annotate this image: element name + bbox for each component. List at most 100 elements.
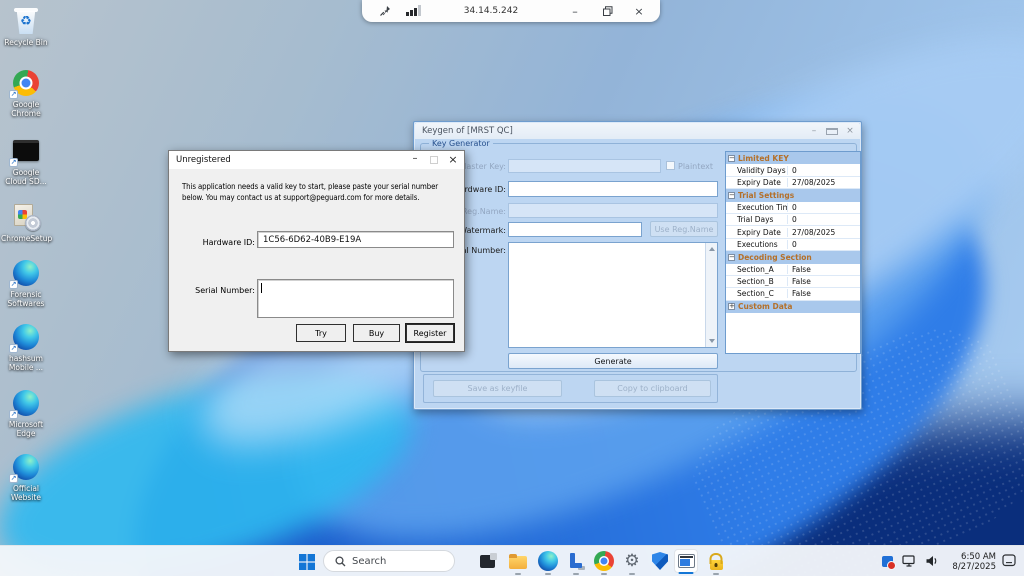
running-indicator <box>545 573 551 576</box>
hardware-id-input[interactable] <box>508 181 718 197</box>
property-row-executions[interactable]: Executions0 <box>726 239 860 251</box>
tray-app-alert-icon[interactable] <box>882 556 893 567</box>
property-label: Validity Days <box>726 166 788 175</box>
dialog-serial-number-input[interactable] <box>257 279 454 318</box>
rdp-minimize-button[interactable]: – <box>562 0 588 22</box>
property-row-trial-days[interactable]: Trial Days0 <box>726 214 860 226</box>
property-row-expiry-date[interactable]: Expiry Date27/08/2025 <box>726 226 860 238</box>
desktop-icon-google-chrome[interactable]: ↗GoogleChrome <box>1 68 51 118</box>
collapse-icon[interactable]: − <box>728 192 735 199</box>
start-button[interactable] <box>295 550 318 573</box>
remote-app-icon[interactable] <box>564 549 588 573</box>
collapse-icon[interactable]: − <box>728 155 735 162</box>
property-category-decoding-section[interactable]: −Decoding Section <box>726 251 860 263</box>
network-icon[interactable] <box>902 552 916 571</box>
property-label: Execution Time <box>726 203 788 212</box>
dialog-serial-number-label: Serial Number: <box>177 286 255 295</box>
installer-icon <box>11 202 41 232</box>
dialog-close-button[interactable]: × <box>448 151 458 169</box>
desktop-icon-forensic-softwares[interactable]: ↗ForensicSoftwares <box>1 258 51 308</box>
keygen-maximize-button[interactable] <box>826 128 838 135</box>
rdp-restore-button[interactable] <box>594 0 620 22</box>
property-value[interactable]: False <box>788 277 811 286</box>
property-value[interactable]: 0 <box>788 203 797 212</box>
taskbar: Search ⚙ 6:50 AM 8/27/2025 <box>0 545 1024 576</box>
dialog-message: This application needs a valid key to st… <box>182 182 444 203</box>
category-label: Limited KEY <box>738 154 789 163</box>
dialog-minimize-button[interactable]: – <box>410 151 420 169</box>
property-label: Section_C <box>726 289 788 298</box>
shortcut-arrow-icon: ↗ <box>9 474 18 483</box>
running-indicator <box>713 573 719 576</box>
property-row-execution-time[interactable]: Execution Time0 <box>726 202 860 214</box>
desktop-icon-label: hashsumMobile ... <box>1 354 51 372</box>
windows-security-icon[interactable] <box>648 549 672 573</box>
keygen-bottom-panel: Save as keyfile Copy to clipboard <box>423 374 718 403</box>
system-tray: 6:50 AM 8/27/2025 <box>882 546 1024 576</box>
property-row-expiry-date[interactable]: Expiry Date27/08/2025 <box>726 177 860 189</box>
window-preview-icon[interactable] <box>475 549 499 573</box>
property-value[interactable]: False <box>788 289 811 298</box>
expand-icon[interactable]: + <box>728 303 735 310</box>
serial-number-textarea[interactable] <box>508 242 718 348</box>
scrollbar[interactable] <box>705 243 717 347</box>
chrome-icon[interactable] <box>592 549 616 573</box>
collapse-icon[interactable]: − <box>728 254 735 261</box>
property-label: Section_A <box>726 265 788 274</box>
property-value[interactable]: 27/08/2025 <box>788 178 835 187</box>
keygen-window-icon[interactable] <box>674 549 698 573</box>
use-reg-name-button: Use Reg.Name <box>650 221 718 237</box>
dialog-maximize-button <box>430 156 438 164</box>
property-value[interactable]: 0 <box>788 215 797 224</box>
search-icon <box>335 556 346 567</box>
property-value[interactable]: 0 <box>788 166 797 175</box>
property-row-section-c[interactable]: Section_CFalse <box>726 288 860 300</box>
clock-time: 6:50 AM <box>952 552 996 562</box>
property-category-custom-data[interactable]: +Custom Data <box>726 301 860 313</box>
property-value[interactable]: 27/08/2025 <box>788 228 835 237</box>
taskbar-clock[interactable]: 6:50 AM 8/27/2025 <box>952 552 996 572</box>
desktop-icon-label: Recycle Bin <box>1 38 51 47</box>
settings-gear-icon[interactable]: ⚙ <box>620 549 644 573</box>
try-button[interactable]: Try <box>296 324 346 342</box>
rdp-close-button[interactable]: × <box>626 0 652 22</box>
property-row-section-a[interactable]: Section_AFalse <box>726 264 860 276</box>
register-button[interactable]: Register <box>406 324 454 342</box>
desktop-icon-chromesetup[interactable]: ChromeSetup <box>1 202 51 243</box>
watermark-input[interactable] <box>508 222 642 237</box>
file-explorer-icon[interactable] <box>506 549 530 573</box>
property-label: Expiry Date <box>726 178 788 187</box>
generate-button[interactable]: Generate <box>508 353 718 369</box>
search-box[interactable]: Search <box>323 550 455 572</box>
property-grid: −Limited KEYValidity Days0Expiry Date27/… <box>725 151 861 354</box>
property-category-trial-settings[interactable]: −Trial Settings <box>726 189 860 201</box>
dialog-hardware-id-label: Hardware ID: <box>177 238 255 247</box>
category-label: Trial Settings <box>738 191 794 200</box>
property-row-section-b[interactable]: Section_BFalse <box>726 276 860 288</box>
desktop-icon-official-website[interactable]: ↗OfficialWebsite <box>1 452 51 502</box>
property-value[interactable]: 0 <box>788 240 797 249</box>
edge-icon[interactable] <box>536 549 560 573</box>
volume-icon[interactable] <box>925 552 939 571</box>
desktop-icon-hashsum-mobile[interactable]: ↗hashsumMobile ... <box>1 322 51 372</box>
keygen-minimize-button[interactable]: – <box>808 125 820 137</box>
category-label: Custom Data <box>738 302 792 311</box>
desktop-icon-google-cloudsd[interactable]: ↗GoogleCloud SD... <box>1 136 51 186</box>
property-row-validity-days[interactable]: Validity Days0 <box>726 164 860 176</box>
buy-button[interactable]: Buy <box>353 324 400 342</box>
property-value[interactable]: False <box>788 265 811 274</box>
dialog-hardware-id-input[interactable]: 1C56-6D62-40B9-E19A <box>257 231 454 248</box>
desktop-icon-recyclebin[interactable]: ♻Recycle Bin <box>1 6 51 47</box>
running-indicator <box>679 572 694 575</box>
edge-icon: ↗ <box>11 452 41 482</box>
keygen-close-button[interactable]: × <box>844 125 856 137</box>
notification-center-icon[interactable] <box>1002 552 1016 571</box>
property-label: Expiry Date <box>726 228 788 237</box>
text-cursor <box>261 283 262 293</box>
running-indicator <box>629 573 635 576</box>
padlock-icon[interactable] <box>704 549 728 573</box>
keygen-window: Keygen of [MRST QC] – × Key Generator Ma… <box>413 121 862 410</box>
desktop-icon-label: MicrosoftEdge <box>1 420 51 438</box>
desktop-icon-microsoft-edge[interactable]: ↗MicrosoftEdge <box>1 388 51 438</box>
property-category-limited-key[interactable]: −Limited KEY <box>726 152 860 164</box>
